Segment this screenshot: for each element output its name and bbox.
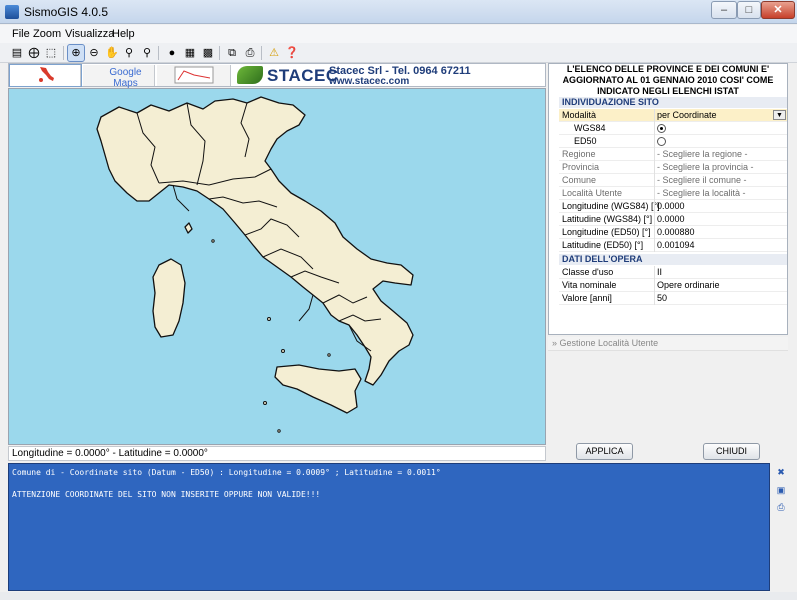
applica-button[interactable]: APPLICA xyxy=(576,443,633,460)
menu-help[interactable]: Help xyxy=(112,28,135,40)
globe-icon[interactable]: ● xyxy=(164,45,180,61)
layers-icon[interactable]: ▩ xyxy=(200,45,216,61)
window-title: SismoGIS 4.0.5 xyxy=(24,5,109,19)
coordinate-readout: Longitudine = 0.0000° - Latitudine = 0.0… xyxy=(8,446,546,461)
zoom-window-icon[interactable]: ⚲ xyxy=(139,45,155,61)
row-ed50[interactable]: ED50 xyxy=(559,135,787,148)
tab-italy-map[interactable] xyxy=(9,64,82,87)
sicily xyxy=(274,364,362,414)
pan-icon[interactable]: ✋ xyxy=(104,45,120,61)
view-tabs: Google Maps STACEC Stacec Srl - Tel. 096… xyxy=(8,63,546,89)
maximize-button[interactable]: □ xyxy=(737,1,761,19)
logo-text: STACEC xyxy=(267,66,339,85)
tab-spectrum[interactable] xyxy=(157,65,231,86)
wgs84-radio[interactable] xyxy=(657,124,666,133)
row-wgs84[interactable]: WGS84 xyxy=(559,122,787,135)
italy-icon xyxy=(39,67,54,82)
spectrum-icon xyxy=(174,66,213,84)
center-icon[interactable]: ⨁ xyxy=(26,45,42,61)
copy-icon[interactable]: ⧉ xyxy=(224,45,240,61)
warning-icon[interactable]: ⚠ xyxy=(266,45,282,61)
status-bar xyxy=(0,592,797,600)
sardinia xyxy=(152,258,186,338)
italy-map xyxy=(96,96,414,433)
gestione-label: Gestione Località Utente xyxy=(559,338,659,348)
section-dati-opera: DATI DELL'OPERA xyxy=(559,254,787,265)
row-latitudine-ed50[interactable]: Latitudine (ED50) [°] 0.001094 xyxy=(559,239,787,252)
row-provincia[interactable]: Provincia - Scegliere la provincia - xyxy=(559,161,787,174)
toolbar: ▤ ⨁ ⬚ ⊕ ⊖ ✋ ⚲ ⚲ ● ▦ ▩ ⧉ ⎙ ⚠ ❓ xyxy=(0,43,797,63)
menu-zoom[interactable]: Zoom xyxy=(33,28,61,40)
company-url: www.stacec.com xyxy=(329,76,410,87)
save-icon[interactable]: ▣ xyxy=(774,484,788,497)
clear-icon[interactable]: ✖ xyxy=(774,466,788,479)
print-icon[interactable]: ▤ xyxy=(9,45,25,61)
row-regione[interactable]: Regione - Scegliere la regione - xyxy=(559,148,787,161)
select-area-icon[interactable]: ⬚ xyxy=(43,45,59,61)
help-icon[interactable]: ❓ xyxy=(284,45,300,61)
stacec-logo: STACEC xyxy=(237,66,339,86)
zoom-out-icon[interactable]: ⊖ xyxy=(86,45,102,61)
section-individuazione-sito: INDIVIDUAZIONE SITO xyxy=(559,97,787,108)
toolbar-separator xyxy=(219,46,220,60)
menu-bar: File Zoom Visualizza Help xyxy=(0,25,797,43)
zoom-extent-icon[interactable]: ⚲ xyxy=(121,45,137,61)
leaf-icon xyxy=(237,66,263,84)
close-button[interactable]: ✕ xyxy=(761,1,795,19)
toolbar-separator xyxy=(158,46,159,60)
chiudi-button[interactable]: CHIUDI xyxy=(703,443,760,460)
minimize-button[interactable]: – xyxy=(711,1,737,19)
menu-visualizza[interactable]: Visualizza xyxy=(65,28,114,40)
message-console[interactable]: Comune di - Coordinate sito (Datum - ED5… xyxy=(8,463,770,591)
expand-icon: » xyxy=(552,338,558,348)
row-vita-nominale[interactable]: Vita nominale Opere ordinarie xyxy=(559,279,787,292)
ed50-radio[interactable] xyxy=(657,137,666,146)
row-classe-uso[interactable]: Classe d'uso II xyxy=(559,266,787,279)
console-line-warning: ATTENZIONE COORDINATE DEL SITO NON INSER… xyxy=(12,490,321,499)
row-longitudine-ed50[interactable]: Longitudine (ED50) [°] 0.000880 xyxy=(559,226,787,239)
tab-google-maps[interactable]: Google Maps xyxy=(83,65,155,89)
map-view[interactable] xyxy=(8,88,546,445)
italy-mainland xyxy=(96,96,414,386)
row-valore-anni[interactable]: Valore [anni] 50 xyxy=(559,292,787,305)
title-bar: SismoGIS 4.0.5 – □ ✕ xyxy=(0,0,797,24)
console-line-coordinates: Comune di - Coordinate sito (Datum - ED5… xyxy=(12,468,441,477)
row-modalita[interactable]: Modalità per Coordinate ▼ xyxy=(559,109,787,122)
zoom-in-icon[interactable]: ⊕ xyxy=(67,44,85,62)
toolbar-separator xyxy=(261,46,262,60)
row-longitudine-wgs84[interactable]: Longitudine (WGS84) [°] 0.0000 xyxy=(559,200,787,213)
print-console-icon[interactable]: ⎙ xyxy=(774,501,788,514)
printer-icon[interactable]: ⎙ xyxy=(242,45,258,61)
istat-notice: L'ELENCO DELLE PROVINCE E DEI COMUNI E' … xyxy=(562,64,774,96)
grid-icon[interactable]: ▦ xyxy=(182,45,198,61)
google-maps-label: Google Maps xyxy=(109,67,142,89)
row-localita-utente[interactable]: Località Utente - Scegliere la località … xyxy=(559,187,787,200)
chevron-down-icon[interactable]: ▼ xyxy=(773,110,786,120)
toolbar-separator xyxy=(63,46,64,60)
app-icon xyxy=(5,5,19,19)
menu-file[interactable]: File xyxy=(12,28,30,40)
site-panel: L'ELENCO DELLE PROVINCE E DEI COMUNI E' … xyxy=(548,63,788,335)
row-latitudine-wgs84[interactable]: Latitudine (WGS84) [°] 0.0000 xyxy=(559,213,787,226)
gestione-localita-toggle[interactable]: » Gestione Località Utente xyxy=(548,337,788,351)
row-comune[interactable]: Comune - Scegliere il comune - xyxy=(559,174,787,187)
